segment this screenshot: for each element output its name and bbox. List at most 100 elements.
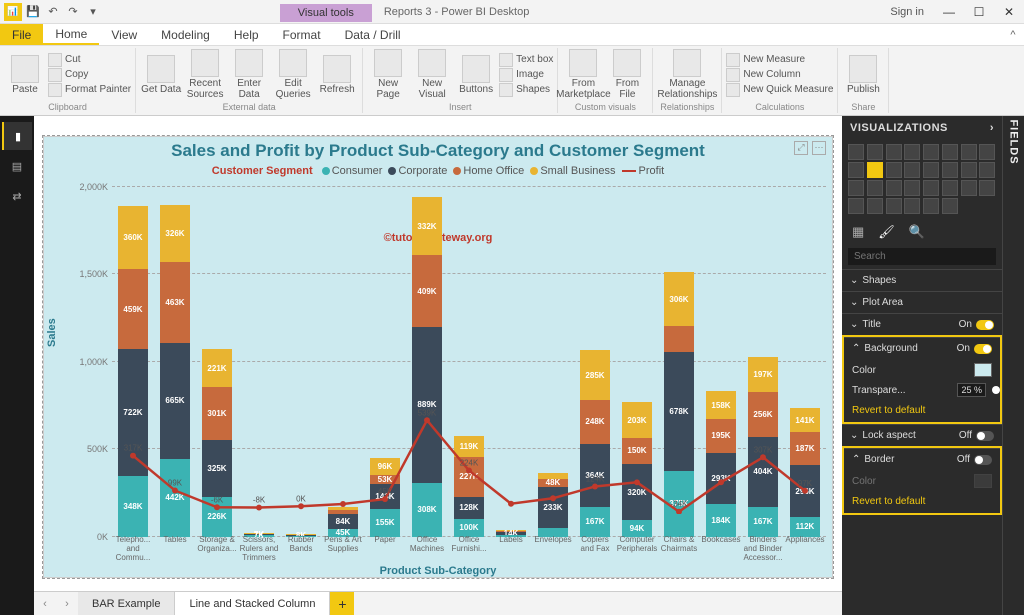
new-visual-button[interactable]: New Visual xyxy=(411,49,453,100)
prop-background[interactable]: ⌃ BackgroundOn xyxy=(844,337,1000,359)
viz-type-7[interactable] xyxy=(979,144,995,160)
analytics-tab-icon[interactable]: 🔍 xyxy=(909,224,925,240)
title-bar: 📊 💾 ↶ ↷ ▾ Visual tools Reports 3 - Power… xyxy=(0,0,1024,24)
nav-model-icon[interactable]: ⇄ xyxy=(2,182,32,210)
format-tab-icon[interactable]: 🖌 xyxy=(878,224,895,240)
new-measure-button[interactable]: New Measure xyxy=(726,53,833,67)
viz-type-3[interactable] xyxy=(904,144,920,160)
viz-type-29[interactable] xyxy=(942,198,958,214)
new-page-button[interactable]: New Page xyxy=(367,49,409,100)
manage-relationships-button[interactable]: Manage Relationships xyxy=(657,49,717,100)
prop-shapes[interactable]: ⌄ Shapes xyxy=(842,269,1002,291)
chart-legend: Customer Segment ConsumerCorporateHome O… xyxy=(44,163,832,181)
viz-type-18[interactable] xyxy=(886,180,902,196)
new-quick-measure-button[interactable]: New Quick Measure xyxy=(726,83,833,97)
viz-type-1[interactable] xyxy=(867,144,883,160)
page-tab-bar-example[interactable]: BAR Example xyxy=(78,592,175,615)
prop-plot-area[interactable]: ⌄ Plot Area xyxy=(842,291,1002,313)
image-button[interactable]: Image xyxy=(499,68,553,82)
quick-access-toolbar: 📊 💾 ↶ ↷ ▾ xyxy=(0,3,106,21)
viz-type-24[interactable] xyxy=(848,198,864,214)
viz-type-28[interactable] xyxy=(923,198,939,214)
undo-icon[interactable]: ↶ xyxy=(44,3,62,21)
file-menu[interactable]: File xyxy=(0,24,43,45)
close-icon[interactable]: ✕ xyxy=(994,1,1024,23)
viz-type-5[interactable] xyxy=(942,144,958,160)
focus-mode-icon[interactable]: ⤢ xyxy=(794,141,808,155)
paste-button[interactable]: Paste xyxy=(4,55,46,95)
viz-type-8[interactable] xyxy=(848,162,864,178)
viz-type-16[interactable] xyxy=(848,180,864,196)
from-file-button[interactable]: From File xyxy=(606,49,648,100)
viz-type-6[interactable] xyxy=(961,144,977,160)
enter-data-button[interactable]: Enter Data xyxy=(228,49,270,100)
cut-button[interactable]: Cut xyxy=(48,53,131,67)
page-tab-line-stacked[interactable]: Line and Stacked Column xyxy=(175,592,330,615)
next-page-icon[interactable]: › xyxy=(56,592,78,615)
viz-type-27[interactable] xyxy=(904,198,920,214)
prop-title[interactable]: ⌄ TitleOn xyxy=(842,313,1002,335)
revert-border[interactable]: Revert to default xyxy=(844,494,1000,513)
viz-type-9[interactable] xyxy=(867,162,883,178)
fields-tab-icon[interactable]: ▦ xyxy=(852,224,864,240)
viz-type-21[interactable] xyxy=(942,180,958,196)
viz-type-23[interactable] xyxy=(979,180,995,196)
shapes-button[interactable]: Shapes xyxy=(499,83,553,97)
help-icon[interactable]: ^ xyxy=(1002,24,1024,45)
viz-type-25[interactable] xyxy=(867,198,883,214)
new-column-button[interactable]: New Column xyxy=(726,68,833,82)
viz-type-0[interactable] xyxy=(848,144,864,160)
more-options-icon[interactable]: ⋯ xyxy=(812,141,826,155)
viz-type-13[interactable] xyxy=(942,162,958,178)
edit-queries-button[interactable]: Edit Queries xyxy=(272,49,314,100)
format-painter-button[interactable]: Format Painter xyxy=(48,83,131,97)
viz-type-4[interactable] xyxy=(923,144,939,160)
chart-visual[interactable]: ⤢ ⋯ Sales and Profit by Product Sub-Cate… xyxy=(43,136,833,578)
signin-link[interactable]: Sign in xyxy=(880,6,934,18)
viz-type-19[interactable] xyxy=(904,180,920,196)
prop-border[interactable]: ⌃ BorderOff xyxy=(844,448,1000,470)
viz-type-12[interactable] xyxy=(923,162,939,178)
publish-button[interactable]: Publish xyxy=(842,55,884,95)
viz-type-20[interactable] xyxy=(923,180,939,196)
collapse-pane-icon[interactable]: › xyxy=(990,122,994,134)
search-input[interactable] xyxy=(848,248,996,265)
prop-lock-aspect[interactable]: ⌄ Lock aspectOff xyxy=(842,424,1002,446)
background-toggle[interactable] xyxy=(974,344,992,354)
viz-type-15[interactable] xyxy=(979,162,995,178)
background-color-swatch[interactable] xyxy=(974,363,992,377)
viz-type-11[interactable] xyxy=(904,162,920,178)
refresh-button[interactable]: Refresh xyxy=(316,55,358,95)
add-page-button[interactable]: + xyxy=(330,592,354,615)
save-icon[interactable]: 💾 xyxy=(24,3,42,21)
tab-format[interactable]: Format xyxy=(271,24,333,45)
get-data-button[interactable]: Get Data xyxy=(140,55,182,95)
tab-modeling[interactable]: Modeling xyxy=(149,24,222,45)
tab-data-drill[interactable]: Data / Drill xyxy=(333,24,413,45)
copy-button[interactable]: Copy xyxy=(48,68,131,82)
viz-type-14[interactable] xyxy=(961,162,977,178)
tab-home[interactable]: Home xyxy=(43,24,99,45)
redo-icon[interactable]: ↷ xyxy=(64,3,82,21)
fields-pane-collapsed[interactable]: FIELDS xyxy=(1002,116,1024,615)
canvas[interactable]: ⤢ ⋯ Sales and Profit by Product Sub-Cate… xyxy=(34,116,842,591)
nav-report-icon[interactable]: ▮ xyxy=(2,122,32,150)
buttons-button[interactable]: Buttons xyxy=(455,55,497,95)
minimize-icon[interactable]: — xyxy=(934,1,964,23)
viz-type-26[interactable] xyxy=(886,198,902,214)
recent-sources-button[interactable]: Recent Sources xyxy=(184,49,226,100)
revert-background[interactable]: Revert to default xyxy=(844,403,1000,422)
nav-data-icon[interactable]: ▤ xyxy=(2,152,32,180)
tab-view[interactable]: View xyxy=(99,24,149,45)
qat-dropdown-icon[interactable]: ▾ xyxy=(84,3,102,21)
viz-type-10[interactable] xyxy=(886,162,902,178)
viz-type-22[interactable] xyxy=(961,180,977,196)
viz-type-2[interactable] xyxy=(886,144,902,160)
border-toggle[interactable] xyxy=(974,455,992,465)
textbox-button[interactable]: Text box xyxy=(499,53,553,67)
prev-page-icon[interactable]: ‹ xyxy=(34,592,56,615)
from-marketplace-button[interactable]: From Marketplace xyxy=(562,49,604,100)
tab-help[interactable]: Help xyxy=(222,24,271,45)
maximize-icon[interactable]: ☐ xyxy=(964,1,994,23)
viz-type-17[interactable] xyxy=(867,180,883,196)
